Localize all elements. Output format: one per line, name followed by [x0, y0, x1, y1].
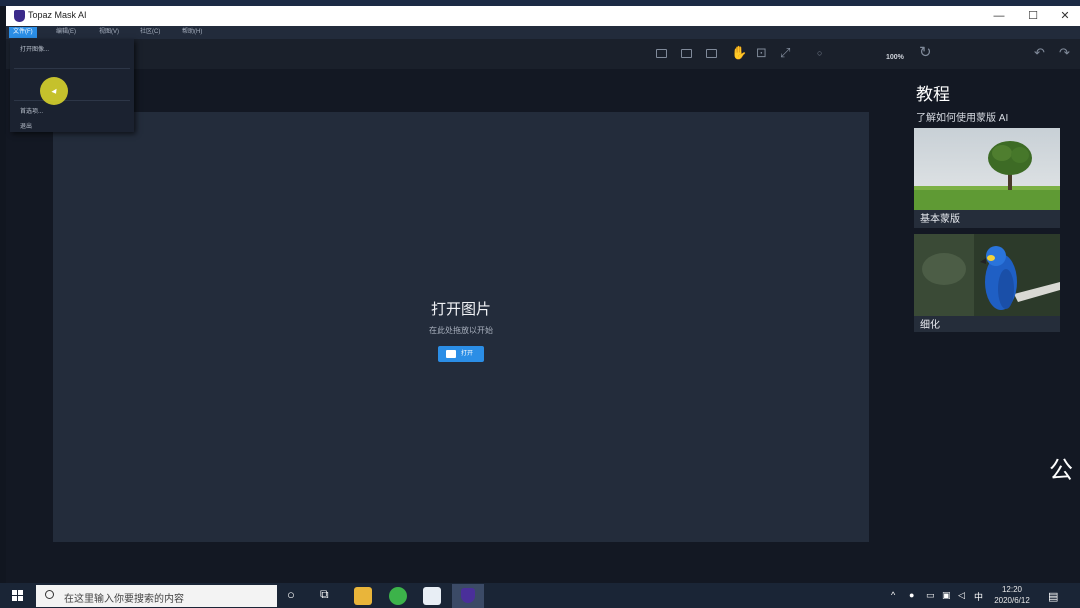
menu-community[interactable]: 社区(C)	[136, 27, 164, 38]
clock-date: 2020/6/12	[994, 596, 1030, 605]
folder-icon	[446, 350, 456, 358]
topaz-shield-icon	[461, 588, 475, 603]
open-button-label: 打开	[461, 351, 474, 357]
fit-screen-icon[interactable]: ⊡	[756, 44, 767, 62]
menu-separator	[14, 100, 130, 101]
menu-exit[interactable]: 退出	[20, 121, 32, 130]
topaz-app-icon	[14, 10, 25, 22]
microphone-icon[interactable]: ●	[909, 590, 914, 600]
battery-icon[interactable]: ▭	[926, 590, 935, 601]
menu-preferences[interactable]: 首选项...	[20, 106, 43, 115]
fullscreen-icon[interactable]: ⤢	[780, 44, 790, 62]
topaz-mask-ai-taskbar-icon[interactable]	[452, 584, 484, 608]
notifications-icon[interactable]: ▤	[1048, 590, 1058, 603]
window-title: Topaz Mask AI	[28, 10, 87, 20]
tutorials-title: 教程	[916, 85, 950, 104]
windows-start-icon[interactable]	[12, 590, 24, 602]
hand-tool-icon[interactable]: ✋	[731, 44, 747, 62]
windows-taskbar: 在这里输入你要搜索的内容 ○ ⧉ ^ ● ▭ ▣ ◁ 中 12:20 2020/…	[0, 583, 1080, 608]
app-window: Topaz Mask AI — ☐ ✕ 文件(F) 编辑(E) 视图(V) 社区…	[6, 6, 1080, 583]
tutorial-card-basic-mask[interactable]: 基本蒙版	[914, 128, 1060, 228]
tree-landscape-thumbnail	[914, 128, 1060, 210]
blue-parrot-thumbnail	[914, 234, 1060, 316]
title-bar: Topaz Mask AI — ☐ ✕	[6, 6, 1080, 26]
open-button[interactable]: 打开	[438, 346, 484, 362]
menu-help[interactable]: 帮助(H)	[178, 27, 206, 38]
file-menu-dropdown: 打开图像... 首选项... 退出	[10, 39, 134, 132]
close-button[interactable]: ✕	[1054, 8, 1076, 24]
menu-view[interactable]: 视图(V)	[95, 27, 123, 38]
task-view-icon[interactable]: ⧉	[320, 587, 329, 602]
ime-indicator[interactable]: 中	[974, 590, 983, 603]
side-watermark-glyph: 公	[1049, 457, 1073, 484]
wechat-icon[interactable]	[389, 587, 407, 605]
app-icon[interactable]	[423, 587, 441, 605]
refresh-icon[interactable]: ↻	[919, 44, 932, 62]
menu-bar: 文件(F) 编辑(E) 视图(V) 社区(C) 帮助(H)	[6, 26, 1080, 39]
view-side-by-side-icon[interactable]	[706, 49, 717, 58]
tutorial-card-refine[interactable]: 细化	[914, 234, 1060, 332]
drop-hint: 在此处拖放以开始	[429, 326, 493, 335]
toolbar: ✋ ⊡ ⤢ ○ 100% ↻ ↶ ↷	[6, 39, 1080, 69]
menu-open-image[interactable]: 打开图像...	[20, 44, 49, 53]
search-icon	[45, 590, 54, 599]
menu-file[interactable]: 文件(F)	[9, 27, 37, 38]
tutorials-subtitle: 了解如何使用蒙版 AI	[916, 113, 1009, 124]
clock-time: 12:20	[1001, 585, 1023, 594]
tutorial-card-label: 细化	[920, 320, 940, 331]
open-image-title: 打开图片	[430, 301, 491, 318]
zoom-dot-icon[interactable]: ○	[817, 44, 822, 62]
drop-canvas[interactable]: 打开图片 在此处拖放以开始 打开	[53, 112, 869, 542]
show-hidden-icons-icon[interactable]: ^	[891, 590, 895, 600]
taskbar-clock[interactable]: 12:20 2020/6/12	[991, 584, 1033, 606]
tutorial-card-label: 基本蒙版	[920, 214, 960, 225]
zoom-level: 100%	[886, 54, 904, 61]
volume-icon[interactable]: ◁	[958, 590, 965, 601]
view-split-icon[interactable]	[681, 49, 692, 58]
file-explorer-icon[interactable]	[354, 587, 372, 605]
minimize-button[interactable]: —	[988, 8, 1010, 24]
undo-icon[interactable]: ↶	[1034, 44, 1045, 62]
menu-separator	[14, 68, 130, 69]
menu-edit[interactable]: 编辑(E)	[52, 27, 80, 38]
redo-icon[interactable]: ↷	[1059, 44, 1070, 62]
network-icon[interactable]: ▣	[942, 590, 951, 601]
view-single-icon[interactable]	[656, 49, 667, 58]
cortana-icon[interactable]: ○	[287, 587, 295, 602]
taskbar-search-box[interactable]: 在这里输入你要搜索的内容	[36, 585, 277, 607]
maximize-button[interactable]: ☐	[1022, 8, 1044, 24]
search-placeholder: 在这里输入你要搜索的内容	[64, 594, 184, 605]
